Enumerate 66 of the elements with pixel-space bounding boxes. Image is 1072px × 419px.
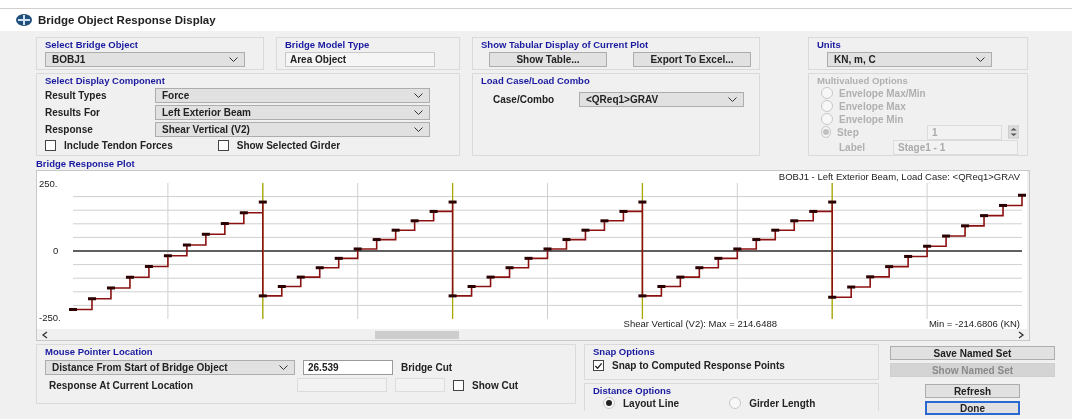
scroll-left-icon[interactable] <box>41 330 49 339</box>
action-button[interactable]: Done <box>925 401 1020 415</box>
field-label: Result Types <box>45 90 108 101</box>
radio-label: Step <box>837 126 860 138</box>
chart-title: BOBJ1 - Left Exterior Beam, Load Case: <QReq1>GRAV <box>778 171 1020 182</box>
group-heading: Mouse Pointer Location <box>45 346 153 357</box>
group-heading: Load Case/Load Combo <box>481 75 590 86</box>
caret-icon <box>976 57 985 62</box>
group-heading: Bridge Response Plot <box>36 158 135 169</box>
checkbox-label: Snap to Computed Response Points <box>612 360 785 371</box>
dropdown[interactable]: BOBJ1 <box>45 52 245 67</box>
caret-icon <box>229 57 238 62</box>
radio-label: Layout Line <box>623 397 680 409</box>
toolbar-button[interactable]: Show Table... <box>489 52 607 67</box>
load-case-dropdown[interactable]: <QReq1>GRAV <box>579 92 744 107</box>
scroll-right-icon[interactable] <box>1017 330 1025 339</box>
radio-label: Envelope Max/Min <box>839 87 927 99</box>
axis-tick-label: -250. <box>39 312 61 323</box>
radio-label: Envelope Max <box>839 100 907 112</box>
scrollbar-thumb[interactable] <box>375 330 459 339</box>
group-heading: Bridge Model Type <box>285 39 370 50</box>
field-label: Case/Combo <box>493 94 556 105</box>
toolbar-button[interactable]: Export To Excel... <box>633 52 751 67</box>
field-label: Label <box>839 141 867 153</box>
checkbox-label: Show Cut <box>472 379 519 391</box>
action-button[interactable]: Refresh <box>925 384 1020 398</box>
field-label: Response At Current Location <box>48 379 195 391</box>
radio-label: Girder Length <box>749 397 816 409</box>
action-button[interactable]: Save Named Set <box>890 346 1055 360</box>
dropdown[interactable]: Shear Vertical (V2) <box>155 122 430 137</box>
checkbox[interactable] <box>45 140 56 151</box>
axis-tick-label: 250. <box>39 178 58 189</box>
input-field[interactable]: 26.539 <box>303 360 393 375</box>
caret-icon <box>279 365 288 370</box>
checkbox[interactable] <box>453 379 464 391</box>
field-label: Response <box>45 124 94 135</box>
radio-label: Envelope Min <box>839 113 905 125</box>
dropdown[interactable]: Distance From Start of Bridge Object <box>45 360 295 375</box>
checkbox[interactable] <box>593 360 604 371</box>
radio-button[interactable] <box>603 397 615 409</box>
dropdown[interactable]: Left Exterior Beam <box>155 105 430 120</box>
group-heading: Select Bridge Object <box>45 39 138 50</box>
caret-icon <box>414 110 423 115</box>
field-label: Results For <box>45 107 101 118</box>
field-label: Bridge Cut <box>401 362 454 373</box>
chart-footer: Shear Vertical (V2): Max = 214.6488 <box>623 318 777 329</box>
checkbox[interactable] <box>217 140 229 151</box>
text-field[interactable]: Area Object <box>285 52 435 67</box>
group-heading: Show Tabular Display of Current Plot <box>481 39 649 50</box>
dropdown[interactable]: Force <box>155 88 430 103</box>
caret-icon <box>414 93 423 98</box>
chart-footer: Min = -214.6806 (KN) <box>928 318 1020 329</box>
group-heading: Snap Options <box>593 346 655 357</box>
group-heading: Multivalued Options <box>817 75 908 86</box>
checkbox-label: Include Tendon Forces <box>64 140 173 151</box>
window-title: Bridge Object Response Display <box>38 14 216 26</box>
units-dropdown[interactable]: KN, m, C <box>827 52 992 67</box>
radio-button[interactable] <box>729 397 742 409</box>
axis-tick-label: 0 <box>53 245 59 256</box>
caret-icon <box>414 127 423 132</box>
checkbox-label: Show Selected Girder <box>236 140 341 151</box>
caret-icon <box>728 97 737 102</box>
group-heading: Distance Options <box>593 385 672 396</box>
group-heading: Units <box>817 39 841 50</box>
app-logo-icon <box>16 14 32 26</box>
group-heading: Select Display Component <box>45 75 165 86</box>
